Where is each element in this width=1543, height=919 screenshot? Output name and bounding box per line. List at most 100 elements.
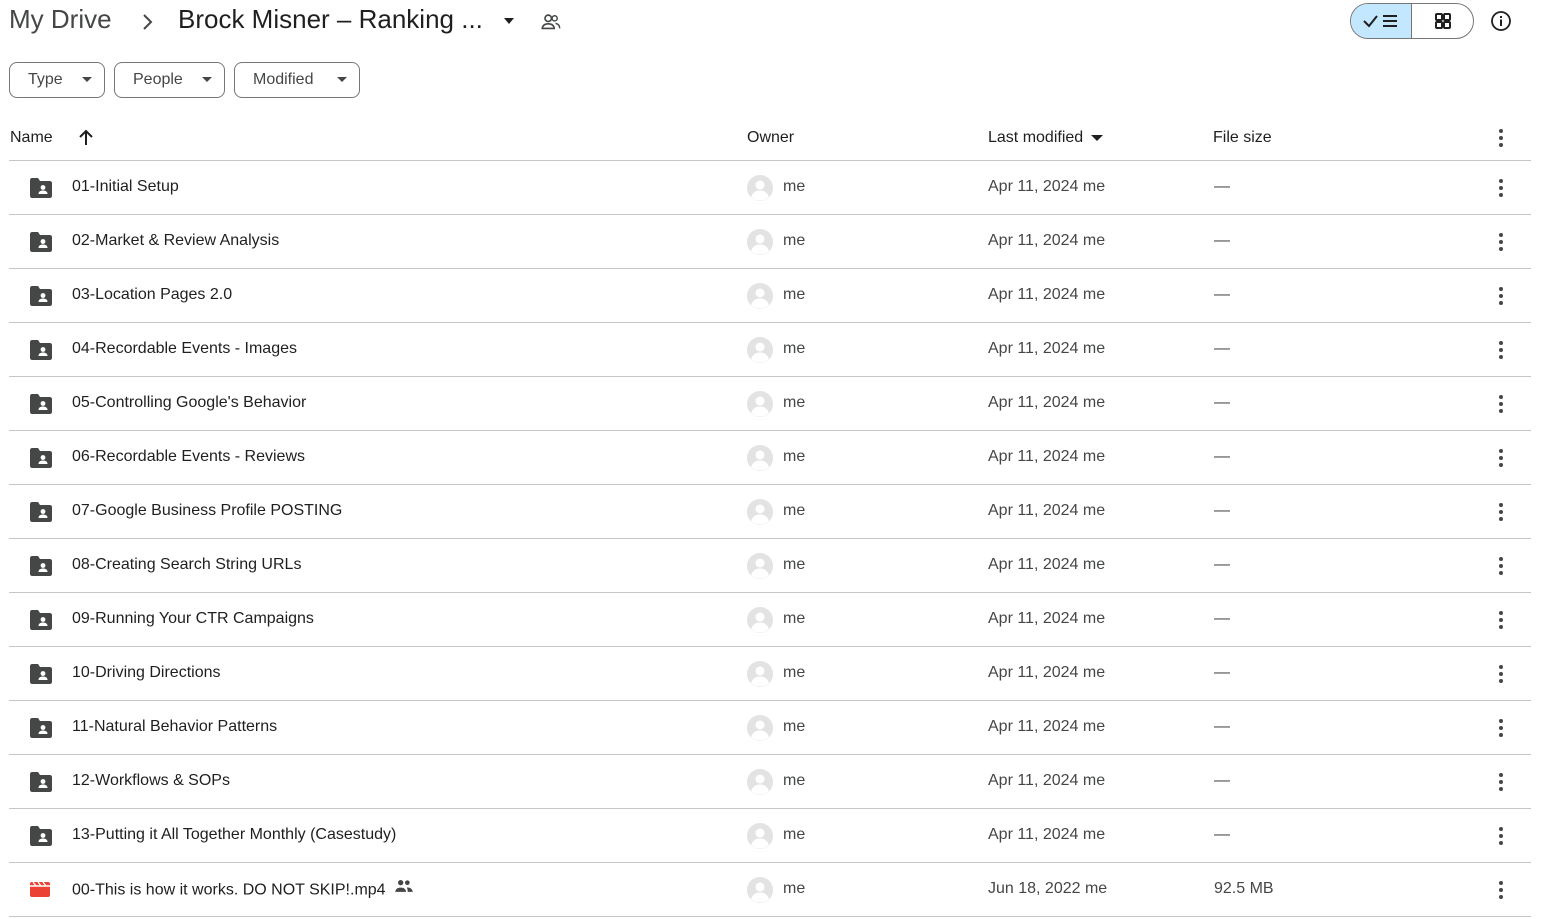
file-row[interactable]: 02-Market & Review Analysis me Apr 11, 202… (9, 215, 1531, 269)
avatar (747, 445, 773, 471)
row-more-button[interactable] (1489, 284, 1513, 308)
file-row[interactable]: 12-Workflows & SOPs me Apr 11, 2024 me — (9, 755, 1531, 809)
filter-modified-chip[interactable]: Modified (234, 62, 360, 98)
file-size: — (1214, 286, 1230, 303)
avatar (747, 769, 773, 795)
row-more-button[interactable] (1489, 770, 1513, 794)
owner-name: me (783, 772, 806, 789)
caret-down-icon[interactable] (500, 12, 518, 30)
owner-name: me (783, 718, 806, 735)
row-more-button[interactable] (1489, 662, 1513, 686)
column-name-label: Name (10, 129, 53, 146)
file-row[interactable]: 13-Putting it All Together Monthly (Case… (9, 809, 1531, 863)
column-options-button[interactable] (1489, 118, 1513, 158)
shared-folder-icon (29, 663, 53, 685)
column-owner-header[interactable]: Owner (747, 118, 794, 158)
file-list: 01-Initial Setup me Apr 11, 2024 me —02-Mar… (9, 161, 1531, 917)
avatar (747, 229, 773, 255)
shared-folder-icon (29, 501, 53, 523)
file-size: — (1214, 664, 1230, 681)
row-more-button[interactable] (1489, 230, 1513, 254)
row-more-button[interactable] (1489, 446, 1513, 470)
file-size: — (1214, 394, 1230, 411)
last-modified: Jun 18, 2022 me (988, 880, 1108, 897)
shared-folder-icon (29, 717, 53, 739)
avatar (747, 877, 773, 903)
owner-name: me (783, 232, 806, 249)
shared-folder-icon (29, 609, 53, 631)
last-modified: Apr 11, 2024 me (988, 232, 1106, 249)
file-row[interactable]: 10-Driving Directions me Apr 11, 2024 me — (9, 647, 1531, 701)
row-more-button[interactable] (1489, 500, 1513, 524)
grid-view-button[interactable] (1412, 4, 1473, 38)
caret-down-icon (337, 77, 347, 82)
owner-name: me (783, 286, 806, 303)
filter-people-label: People (133, 71, 183, 88)
column-file-size-header[interactable]: File size (1213, 118, 1272, 158)
breadcrumb-my-drive[interactable]: My Drive (9, 4, 112, 35)
file-size: — (1214, 718, 1230, 735)
list-view-button[interactable] (1351, 4, 1413, 38)
owner-name: me (783, 880, 806, 897)
filter-type-chip[interactable]: Type (9, 62, 105, 98)
more-vert-icon (1489, 392, 1513, 416)
avatar (747, 391, 773, 417)
more-vert-icon (1489, 284, 1513, 308)
file-name: 11-Natural Behavior Patterns (72, 718, 278, 735)
file-row[interactable]: 03-Location Pages 2.0 me Apr 11, 2024 me — (9, 269, 1531, 323)
more-vert-icon (1489, 770, 1513, 794)
row-more-button[interactable] (1489, 878, 1513, 902)
column-last-modified-header[interactable]: Last modified (988, 118, 1104, 158)
file-row[interactable]: 09-Running Your CTR Campaigns me Apr 11, 2… (9, 593, 1531, 647)
column-file-size-label: File size (1213, 129, 1272, 146)
shared-folder-icon (29, 771, 53, 793)
row-more-button[interactable] (1489, 554, 1513, 578)
avatar (747, 715, 773, 741)
file-row[interactable]: 04-Recordable Events - Images me Apr 11, 2… (9, 323, 1531, 377)
row-more-button[interactable] (1489, 392, 1513, 416)
row-more-button[interactable] (1489, 608, 1513, 632)
row-more-button[interactable] (1489, 338, 1513, 362)
filter-type-label: Type (28, 71, 63, 88)
last-modified: Apr 11, 2024 me (988, 178, 1106, 195)
file-row[interactable]: 06-Recordable Events - Reviews me Apr 11, … (9, 431, 1531, 485)
file-size: — (1214, 610, 1230, 627)
file-row[interactable]: 11-Natural Behavior Patterns me Apr 11, 20… (9, 701, 1531, 755)
file-name: 01-Initial Setup (72, 178, 179, 195)
avatar (747, 499, 773, 525)
last-modified: Apr 11, 2024 me (988, 502, 1106, 519)
file-row[interactable]: 05-Controlling Google's Behavior me Apr 11… (9, 377, 1531, 431)
owner-name: me (783, 664, 806, 681)
owner-name: me (783, 448, 806, 465)
row-more-button[interactable] (1489, 824, 1513, 848)
file-row[interactable]: 07-Google Business Profile POSTING me Apr … (9, 485, 1531, 539)
shared-folder-icon (29, 231, 53, 253)
avatar (747, 553, 773, 579)
breadcrumb-current-folder[interactable]: Brock Misner – Ranking ... (178, 4, 483, 35)
file-row[interactable]: 01-Initial Setup me Apr 11, 2024 me — (9, 161, 1531, 215)
last-modified: Apr 11, 2024 me (988, 772, 1106, 789)
more-vert-icon (1489, 554, 1513, 578)
sort-ascending-icon[interactable] (76, 118, 96, 158)
last-modified: Apr 11, 2024 me (988, 394, 1106, 411)
owner-name: me (783, 610, 806, 627)
owner-name: me (783, 394, 806, 411)
file-name: 06-Recordable Events - Reviews (72, 448, 305, 465)
file-row[interactable]: 00-This is how it works. DO NOT SKIP!.mp… (9, 863, 1531, 917)
row-more-button[interactable] (1489, 176, 1513, 200)
info-icon[interactable] (1489, 9, 1513, 33)
more-vert-icon (1489, 608, 1513, 632)
last-modified: Apr 11, 2024 me (988, 664, 1106, 681)
shared-folder-icon (29, 447, 53, 469)
more-vert-icon (1489, 126, 1513, 150)
filter-people-chip[interactable]: People (114, 62, 225, 98)
file-name: 03-Location Pages 2.0 (72, 286, 233, 303)
shared-folder-icon (29, 825, 53, 847)
avatar (747, 823, 773, 849)
list-view-check-icon (1363, 15, 1397, 28)
row-more-button[interactable] (1489, 716, 1513, 740)
shared-folder-icon (29, 177, 53, 199)
column-name-header[interactable]: Name (10, 118, 53, 158)
file-row[interactable]: 08-Creating Search String URLs me Apr 11, … (9, 539, 1531, 593)
file-size: — (1214, 448, 1230, 465)
